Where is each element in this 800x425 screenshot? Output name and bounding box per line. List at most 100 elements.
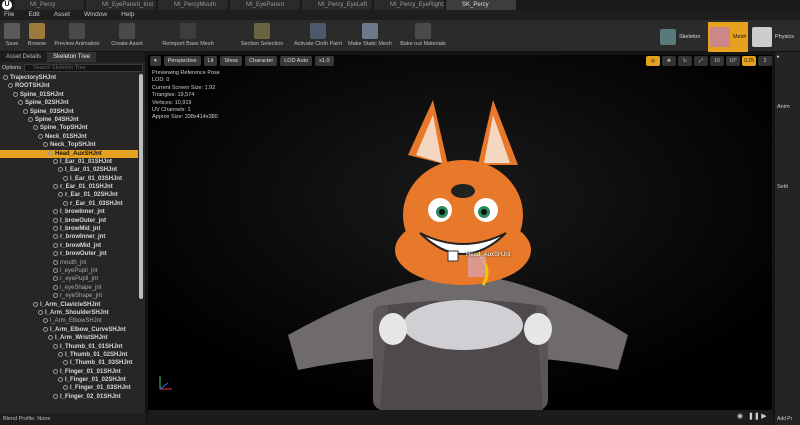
bone-row[interactable]: l_eyeShape_jnt — [0, 284, 138, 292]
record-icon[interactable]: ◉ — [736, 413, 744, 421]
bone-row[interactable]: l_Finger_02_01SHJnt — [0, 393, 138, 401]
select-tool-icon[interactable]: ◎ — [646, 56, 660, 66]
bone-row[interactable]: l_Finger_01_01SHJnt — [0, 368, 138, 376]
bone-row[interactable]: Spine_TopSHJnt — [0, 124, 138, 132]
make-static-mesh-button[interactable]: Make Static Mesh — [346, 20, 394, 52]
bone-row[interactable]: Neck_TopSHJnt — [0, 141, 138, 149]
character-button[interactable]: Character — [245, 56, 278, 66]
bone-row[interactable]: Head_AuxSHJnt — [0, 149, 138, 158]
bone-row[interactable]: r_eyeShape_jnt — [0, 292, 138, 300]
menu-window[interactable]: Window — [84, 10, 107, 20]
menu-file[interactable]: File — [4, 10, 14, 20]
bone-row[interactable]: l_Ear_01_03SHJnt — [0, 175, 138, 183]
bone-row[interactable]: l_browMid_jnt — [0, 225, 138, 233]
bone-row[interactable]: l_Arm_ElbowSHJnt — [0, 317, 138, 325]
save-button[interactable]: Save — [2, 20, 22, 52]
tab-sk-percy[interactable]: SK_Percy — [446, 0, 516, 10]
bone-row[interactable]: l_Thumb_01_02SHJnt — [0, 351, 138, 359]
bone-row[interactable]: l_Finger_01_02SHJnt — [0, 376, 138, 384]
show-button[interactable]: Show — [220, 56, 243, 66]
scale-tool-icon[interactable]: ⤢ — [694, 56, 708, 66]
menu-help[interactable]: Help — [121, 10, 134, 20]
playback-bar: ◉ ❚❚ ▶ — [148, 410, 772, 425]
bone-row[interactable]: r_eyePupil_jnt — [0, 275, 138, 283]
bone-row[interactable]: Spine_02SHJnt — [0, 99, 138, 107]
bone-row[interactable]: r_browMid_jnt — [0, 242, 138, 250]
viewport[interactable]: ▾ Perspective Lit Show Character LOD Aut… — [148, 55, 772, 410]
reimport-base-mesh-button[interactable]: Reimport Base Mesh — [160, 20, 216, 52]
bone-name: Neck_01SHJnt — [45, 133, 87, 140]
rotate-tool-icon[interactable]: ↻ — [678, 56, 692, 66]
speed-button[interactable]: x1.0 — [315, 56, 334, 66]
lod-button[interactable]: LOD Auto — [280, 56, 313, 66]
create-asset-button[interactable]: Create Asset — [108, 20, 146, 52]
bone-row[interactable]: Spine_04SHJnt — [0, 116, 138, 124]
bone-icon — [58, 377, 63, 383]
bone-row[interactable]: l_Ear_01_02SHJnt — [0, 166, 138, 174]
section-selection-button[interactable]: Section Selection — [240, 20, 284, 52]
blend-profile-dropdown[interactable]: Blend Profile: None — [0, 413, 146, 425]
mode-physics-button[interactable]: Physics — [752, 22, 794, 52]
tab-percy-mouth[interactable]: MI_PercyMouth — [158, 0, 228, 10]
bone-row[interactable]: r_browOuter_jnt — [0, 250, 138, 258]
bone-row[interactable]: r_browInner_jnt — [0, 233, 138, 241]
tab-mi-percy[interactable]: MI_Percy — [14, 0, 84, 10]
bone-icon — [8, 83, 13, 89]
tab-asset-details[interactable]: Asset Details — [0, 52, 47, 62]
bone-row[interactable]: TrajectorySHJnt — [0, 74, 138, 82]
bone-row[interactable]: l_browInner_jnt — [0, 208, 138, 216]
tree-scrollbar[interactable] — [139, 74, 143, 299]
bone-row[interactable]: l_Finger_01_03SHJnt — [0, 384, 138, 392]
bake-out-materials-button[interactable]: Bake out Materials — [398, 20, 448, 52]
tab-skeleton-tree[interactable]: Skeleton Tree — [47, 52, 97, 62]
bone-row[interactable]: l_eyePupil_jnt — [0, 267, 138, 275]
tab-eyeparent-inst[interactable]: MI_EyeParent_Inst — [86, 0, 156, 10]
info-line: Vertices: 10,919 — [152, 99, 192, 106]
activate-cloth-paint-button[interactable]: Activate Cloth Paint — [290, 20, 346, 52]
bone-row[interactable]: r_Ear_01_02SHJnt — [0, 191, 138, 199]
bone-row[interactable]: l_browOuter_jnt — [0, 217, 138, 225]
viewport-options-button[interactable]: ▾ — [150, 56, 161, 66]
info-line: Approx Size: 338x414x380 — [152, 114, 218, 121]
tab-eye-right[interactable]: MI_Percy_EyeRight2 — [374, 0, 444, 10]
panel-icon[interactable]: ▸ — [777, 54, 780, 60]
play-icon[interactable]: ▶ — [760, 413, 768, 421]
perspective-button[interactable]: Perspective — [163, 56, 201, 66]
menu-asset[interactable]: Asset — [54, 10, 70, 20]
bone-name: r_Ear_01_03SHJnt — [70, 200, 123, 207]
tab-eye-left[interactable]: MI_Percy_EyeLeft — [302, 0, 372, 10]
bone-name: r_eyeShape_jnt — [60, 293, 103, 300]
menu-edit[interactable]: Edit — [28, 10, 39, 20]
angle-snap-value[interactable]: 10° — [726, 56, 740, 66]
camera-speed-value[interactable]: 3 — [758, 56, 772, 66]
mode-mesh-button[interactable]: Mesh — [708, 22, 749, 52]
bone-row[interactable]: l_Arm_WristSHJnt — [0, 334, 138, 342]
tab-eyeparent[interactable]: MI_EyeParent — [230, 0, 300, 10]
scale-snap-value[interactable]: 0.25 — [742, 56, 756, 66]
browse-button[interactable]: Browse — [24, 20, 50, 52]
bone-row[interactable]: r_Ear_01_01SHJnt — [0, 183, 138, 191]
bone-row[interactable]: l_Ear_01_01SHJnt — [0, 158, 138, 166]
pause-icon[interactable]: ❚❚ — [748, 413, 760, 421]
bone-row[interactable]: Spine_03SHJnt — [0, 108, 138, 116]
move-tool-icon[interactable]: ✥ — [662, 56, 676, 66]
options-dropdown[interactable]: Options — [2, 65, 21, 71]
bone-row[interactable]: l_Arm_ShoulderSHJnt — [0, 309, 138, 317]
bake-icon — [415, 23, 431, 39]
search-input[interactable]: Search Skeleton Tree — [23, 63, 143, 72]
bone-row[interactable]: ROOTSHJnt — [0, 82, 138, 90]
bone-row[interactable]: Spine_01SHJnt — [0, 91, 138, 99]
lit-button[interactable]: Lit — [203, 56, 218, 66]
bone-row[interactable]: Neck_01SHJnt — [0, 133, 138, 141]
preview-animation-button[interactable]: Preview Animation — [51, 20, 103, 52]
grid-snap-value[interactable]: 10 — [710, 56, 724, 66]
add-preset-button[interactable]: Add Pr — [777, 416, 792, 422]
bone-row[interactable]: l_Thumb_01_03SHJnt — [0, 359, 138, 367]
mode-skeleton-button[interactable]: Skeleton — [660, 22, 700, 52]
bone-row[interactable]: r_Ear_01_03SHJnt — [0, 200, 138, 208]
bone-row[interactable]: mouth_jnt — [0, 259, 138, 267]
bone-row[interactable]: l_Thumb_01_01SHJnt — [0, 343, 138, 351]
selected-bone-label: Head_AuxSHJnt — [466, 252, 511, 258]
bone-row[interactable]: l_Arm_Elbow_CurveSHJnt — [0, 326, 138, 334]
bone-row[interactable]: l_Arm_ClavicleSHJnt — [0, 301, 138, 309]
